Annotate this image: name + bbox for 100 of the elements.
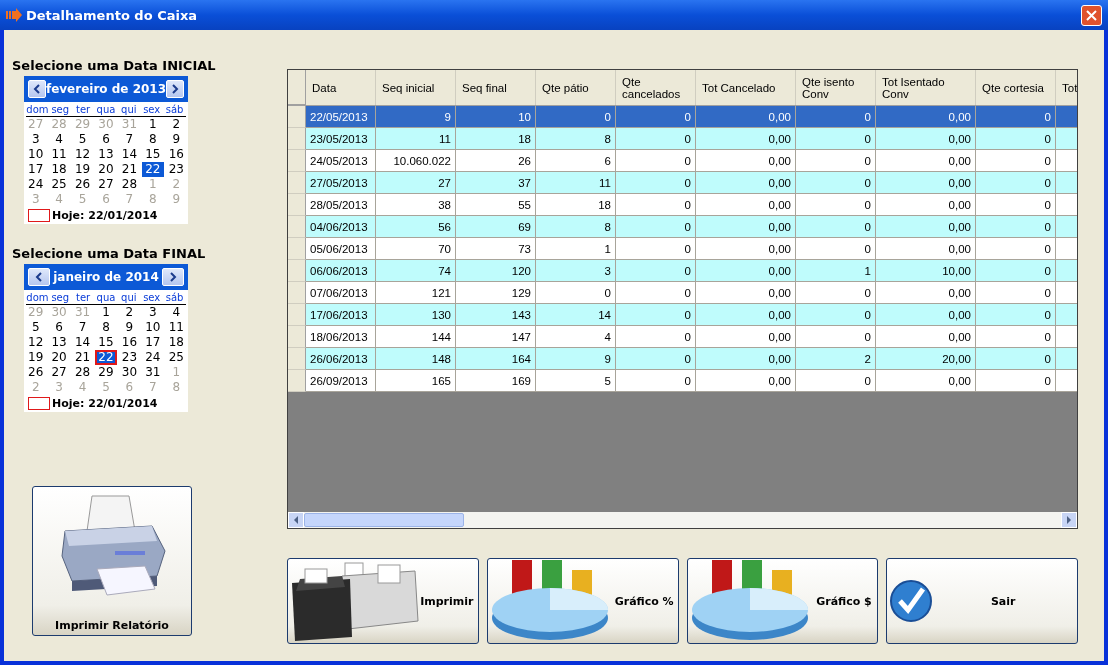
row-header[interactable] xyxy=(288,150,306,172)
calendar-day[interactable]: 1 xyxy=(95,305,117,320)
print-report-button[interactable]: Imprimir Relatório xyxy=(32,486,192,636)
calendar-day[interactable]: 25 xyxy=(165,350,187,365)
calendar-day[interactable]: 20 xyxy=(95,162,117,177)
calendar-day[interactable]: 13 xyxy=(48,335,70,350)
calendar-day[interactable]: 15 xyxy=(142,147,164,162)
calendar-day[interactable]: 13 xyxy=(95,147,117,162)
table-row[interactable]: 17/06/2013 130 143 14 0 0,00 0 0,00 0 xyxy=(288,304,1077,326)
table-row[interactable]: 24/05/2013 10.060.022 26 6 0 0,00 0 0,00 0 xyxy=(288,150,1077,172)
row-header[interactable] xyxy=(288,216,306,238)
table-row[interactable]: 28/05/2013 38 55 18 0 0,00 0 0,00 0 xyxy=(288,194,1077,216)
calendar-day[interactable]: 25 xyxy=(48,177,70,192)
calendar-day[interactable]: 30 xyxy=(118,365,141,380)
row-header[interactable] xyxy=(288,128,306,150)
calendar-day[interactable]: 26 xyxy=(25,365,47,380)
table-row[interactable]: 26/06/2013 148 164 9 0 0,00 2 20,00 0 xyxy=(288,348,1077,370)
next-month-button[interactable] xyxy=(166,80,184,98)
calendar-day[interactable]: 22 xyxy=(95,350,117,365)
calendar-day[interactable]: 18 xyxy=(165,335,187,350)
calendar-day[interactable]: 6 xyxy=(95,132,117,147)
calendar-day[interactable]: 27 xyxy=(48,365,70,380)
calendar-day[interactable]: 27 xyxy=(95,177,117,192)
calendar-day[interactable]: 22 xyxy=(142,162,164,177)
calendar-day[interactable]: 12 xyxy=(25,335,47,350)
calendar-day[interactable]: 26 xyxy=(71,177,94,192)
row-header[interactable] xyxy=(288,194,306,216)
row-header[interactable] xyxy=(288,238,306,260)
row-header[interactable] xyxy=(288,326,306,348)
calendar-day[interactable]: 23 xyxy=(165,162,187,177)
calendar-day[interactable]: 21 xyxy=(118,162,141,177)
calendar-day[interactable]: 12 xyxy=(71,147,94,162)
table-row[interactable]: 06/06/2013 74 120 3 0 0,00 1 10,00 0 xyxy=(288,260,1077,282)
calendar-day[interactable]: 5 xyxy=(71,132,94,147)
calendar-day[interactable]: 8 xyxy=(95,320,117,335)
column-header[interactable]: Tot xyxy=(1056,70,1077,105)
calendar-day[interactable]: 3 xyxy=(25,132,47,147)
close-button[interactable] xyxy=(1081,4,1102,26)
column-header[interactable]: Tot Cancelado xyxy=(696,70,796,105)
calendar-day[interactable]: 8 xyxy=(142,132,164,147)
calendar-day[interactable]: 15 xyxy=(95,335,117,350)
calendar-day[interactable]: 5 xyxy=(25,320,47,335)
calendar-day[interactable]: 29 xyxy=(95,365,117,380)
calendar-day[interactable]: 24 xyxy=(142,350,164,365)
calendar-day[interactable]: 28 xyxy=(71,365,94,380)
action-button[interactable]: Gráfico % xyxy=(486,558,679,644)
action-button[interactable]: Imprimir xyxy=(287,558,479,644)
calendar-day[interactable]: 17 xyxy=(25,162,47,177)
column-header[interactable]: Seq inicial xyxy=(376,70,456,105)
calendar-day[interactable]: 21 xyxy=(71,350,94,365)
calendar-day[interactable]: 28 xyxy=(118,177,141,192)
column-header[interactable]: Seq final xyxy=(456,70,536,105)
calendar-day[interactable]: 31 xyxy=(142,365,164,380)
calendar-day[interactable]: 16 xyxy=(118,335,141,350)
calendar-day[interactable]: 4 xyxy=(165,305,187,320)
calendar-day[interactable]: 11 xyxy=(165,320,187,335)
calendar-day[interactable]: 2 xyxy=(165,117,187,132)
calendar-day[interactable]: 11 xyxy=(48,147,70,162)
calendar-day[interactable]: 10 xyxy=(142,320,164,335)
calendar-day[interactable]: 19 xyxy=(71,162,94,177)
calendar-day[interactable]: 19 xyxy=(25,350,47,365)
table-row[interactable]: 18/06/2013 144 147 4 0 0,00 0 0,00 0 xyxy=(288,326,1077,348)
calendar-day[interactable]: 4 xyxy=(48,132,70,147)
calendar-day[interactable]: 9 xyxy=(165,132,187,147)
calendar-day[interactable]: 23 xyxy=(118,350,141,365)
column-header[interactable]: Qte pátio xyxy=(536,70,616,105)
calendar-day[interactable]: 1 xyxy=(142,117,164,132)
previous-month-button[interactable] xyxy=(28,80,46,98)
table-row[interactable]: 04/06/2013 56 69 8 0 0,00 0 0,00 0 xyxy=(288,216,1077,238)
calendar-day[interactable]: 3 xyxy=(142,305,164,320)
row-header[interactable] xyxy=(288,106,306,128)
row-header[interactable] xyxy=(288,172,306,194)
table-row[interactable]: 26/09/2013 165 169 5 0 0,00 0 0,00 0 xyxy=(288,370,1077,392)
column-header[interactable]: Qte cancelados xyxy=(616,70,696,105)
calendar-day[interactable]: 14 xyxy=(71,335,94,350)
calendar-day[interactable]: 14 xyxy=(118,147,141,162)
calendar-day[interactable]: 7 xyxy=(71,320,94,335)
row-header[interactable] xyxy=(288,304,306,326)
action-button[interactable]: Gráfico $ xyxy=(686,558,879,644)
column-header[interactable]: Tot Isentado Conv xyxy=(876,70,976,105)
table-row[interactable]: 27/05/2013 27 37 11 0 0,00 0 0,00 0 xyxy=(288,172,1077,194)
column-header[interactable]: Qte isento Conv xyxy=(796,70,876,105)
calendar-day[interactable]: 17 xyxy=(142,335,164,350)
horizontal-scrollbar[interactable] xyxy=(288,512,1077,528)
row-header[interactable] xyxy=(288,348,306,370)
calendar-day[interactable]: 10 xyxy=(25,147,47,162)
table-row[interactable]: 22/05/2013 9 10 0 0 0,00 0 0,00 0 xyxy=(288,106,1077,128)
today-label[interactable]: Hoje: 22/01/2014 xyxy=(52,209,158,222)
calendar-day[interactable]: 20 xyxy=(48,350,70,365)
column-header[interactable]: Data xyxy=(306,70,376,105)
row-header[interactable] xyxy=(288,370,306,392)
row-header[interactable] xyxy=(288,282,306,304)
next-month-button[interactable] xyxy=(162,268,184,286)
calendar-day[interactable]: 7 xyxy=(118,132,141,147)
table-row[interactable]: 05/06/2013 70 73 1 0 0,00 0 0,00 0 xyxy=(288,238,1077,260)
calendar-day[interactable]: 2 xyxy=(118,305,141,320)
previous-month-button[interactable] xyxy=(28,268,50,286)
calendar-day[interactable]: 9 xyxy=(118,320,141,335)
row-header[interactable] xyxy=(288,260,306,282)
calendar-day[interactable]: 24 xyxy=(25,177,47,192)
